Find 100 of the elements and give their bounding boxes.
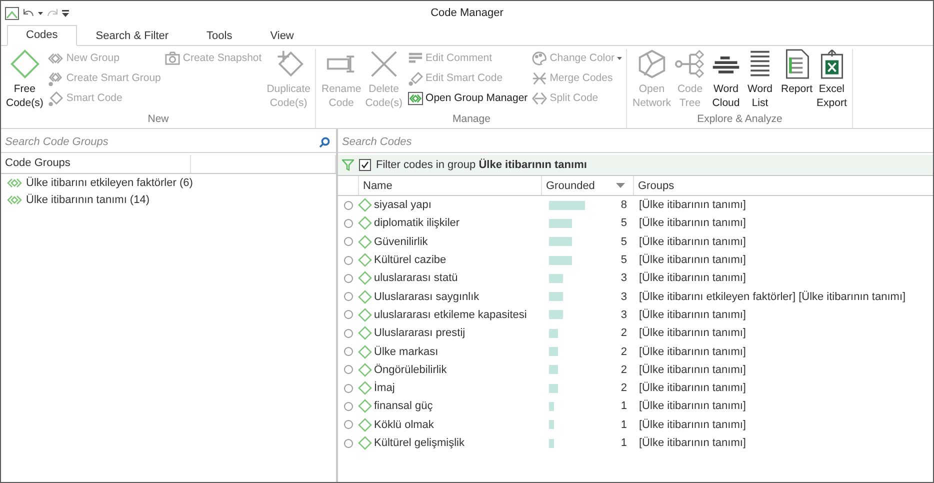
- double-diamond-icon: [7, 194, 22, 204]
- code-name: Kültürel cazibe: [374, 254, 446, 266]
- diamond-icon: [358, 216, 372, 230]
- grounded-bar: [549, 402, 554, 411]
- grounded-count: 3: [620, 290, 627, 303]
- double-diamond-icon: [7, 178, 22, 188]
- ribbon-button[interactable]: Word Cloud: [709, 49, 743, 112]
- diamond-icon: [358, 399, 372, 414]
- grounded-bar: [549, 347, 558, 356]
- code-name: İmaj: [374, 382, 395, 394]
- grounded-bar: [549, 256, 572, 265]
- code-name: Öngörülebilirlik: [374, 364, 447, 376]
- app-icon[interactable]: [5, 6, 19, 20]
- code-name: Uluslararası prestij: [374, 327, 466, 340]
- diamond-icon: [358, 436, 372, 450]
- code-name: diplomatik ilişkiler: [374, 217, 460, 230]
- diamond-icon: [358, 344, 372, 359]
- code-group-item[interactable]: Ülke itibarını etkileyen faktörler (6): [26, 176, 193, 188]
- diamond-icon: [48, 90, 64, 106]
- column-header[interactable]: Groups: [633, 176, 933, 195]
- grounded-count: 5: [620, 217, 627, 230]
- tree-icon: [675, 49, 705, 79]
- ribbon-button[interactable]: Open Group Manager: [406, 89, 529, 107]
- customize-icon[interactable]: [62, 10, 69, 16]
- diamond-icon: [358, 271, 372, 286]
- group-label: New: [146, 112, 170, 127]
- grounded-count: 8: [620, 199, 627, 212]
- dropdown-icon[interactable]: [38, 12, 43, 14]
- groups-text: [Ülke itibarının tanımı]: [638, 217, 747, 230]
- filter-icon: [342, 159, 354, 171]
- search-field[interactable]: Search Code Groups: [5, 136, 319, 148]
- code-name: uluslararası etkileme kapasitesi: [374, 308, 527, 321]
- palette-icon: [532, 50, 547, 66]
- grounded-bar: [549, 292, 562, 302]
- diamond-icon: [358, 308, 372, 322]
- comment-icon: [408, 50, 423, 66]
- grounded-count: 3: [620, 308, 627, 321]
- code-name: Güvenilirlik: [374, 236, 428, 248]
- grounded-count: 2: [620, 364, 627, 376]
- groups-text: [Ülke itibarının tanımı]: [638, 272, 747, 284]
- ribbon-button[interactable]: Word List: [743, 49, 777, 112]
- grounded-bar: [549, 328, 558, 338]
- groups-text: [Ülke itibarının tanımı]: [638, 236, 747, 248]
- search-icon[interactable]: [319, 136, 330, 148]
- groups-text: [Ülke itibarının tanımı]: [638, 199, 747, 212]
- grounded-bar: [549, 200, 585, 210]
- grounded-bar: [549, 365, 558, 374]
- groups-text: [Ülke itibarının tanımı]: [638, 400, 747, 412]
- groups-text: [Ülke itibarının tanımı]: [638, 364, 747, 376]
- window-title: Code Manager: [430, 7, 504, 19]
- diamond-icon: [358, 326, 372, 340]
- ribbon-tab[interactable]: Tools: [188, 26, 252, 46]
- diamond-icon: [358, 234, 372, 249]
- undo-icon[interactable]: [23, 8, 34, 18]
- column-header[interactable]: Grounded: [541, 176, 633, 195]
- column-header[interactable]: Name: [358, 176, 541, 195]
- diamond-icon: [358, 198, 372, 212]
- groups-text: [Ülke itibarının tanımı]: [638, 327, 747, 340]
- grounded-bar: [549, 310, 562, 320]
- code-name: uluslararası statü: [374, 272, 458, 284]
- grounded-bar: [549, 237, 572, 246]
- groups-text: [Ülke itibarının tanımı]: [638, 418, 747, 431]
- grounded-count: 5: [620, 236, 627, 248]
- diamond-icon: [358, 362, 372, 377]
- ribbon-button[interactable]: Excel Export: [814, 49, 849, 112]
- grounded-bar: [549, 420, 554, 430]
- search-field[interactable]: Search Codes: [342, 136, 927, 148]
- code-group-item[interactable]: Ülke itibarının tanımı (14): [26, 194, 150, 206]
- grounded-count: 2: [620, 346, 627, 358]
- ribbon-button[interactable]: Free Code(s): [4, 49, 46, 112]
- ribbon-tab[interactable]: Codes: [7, 25, 77, 46]
- tag-icon: [408, 70, 423, 86]
- groups-text: [Ülke itibarını etkileyen faktörler] [Ülke itibarının tanımı]: [638, 290, 907, 303]
- grounded-bar: [549, 384, 558, 393]
- grounded-bar: [549, 218, 572, 228]
- groups-text: [Ülke itibarının tanımı]: [638, 382, 747, 394]
- code-name: siyasal yapı: [374, 199, 432, 212]
- grounded-count: 2: [620, 382, 627, 394]
- ribbon-tab[interactable]: View: [251, 26, 313, 46]
- double-diamond-icon: [408, 90, 423, 106]
- filter-checkbox[interactable]: [359, 159, 371, 171]
- double-diamond-icon: [48, 50, 64, 66]
- ribbon-tab[interactable]: Search & Filter: [76, 26, 188, 46]
- grounded-count: 2: [620, 327, 627, 340]
- ribbon-button[interactable]: Report: [779, 49, 815, 112]
- column-header[interactable]: Code Groups: [1, 155, 191, 173]
- redo-icon[interactable]: [47, 8, 58, 18]
- grounded-count: 3: [620, 272, 627, 284]
- diamond-icon: [358, 418, 372, 432]
- diamond-icon: [358, 381, 372, 396]
- code-name: Ülke markası: [374, 346, 438, 358]
- groups-text: [Ülke itibarının tanımı]: [638, 346, 747, 358]
- code-name: finansal güç: [374, 400, 433, 412]
- caret-icon: [617, 56, 622, 60]
- grounded-count: 1: [620, 437, 627, 449]
- code-name: Uluslararası saygınlık: [374, 290, 480, 303]
- split-icon: [532, 90, 547, 106]
- grounded-count: 1: [620, 418, 627, 431]
- x-icon: [368, 49, 399, 79]
- code-name: Köklü olmak: [374, 418, 434, 431]
